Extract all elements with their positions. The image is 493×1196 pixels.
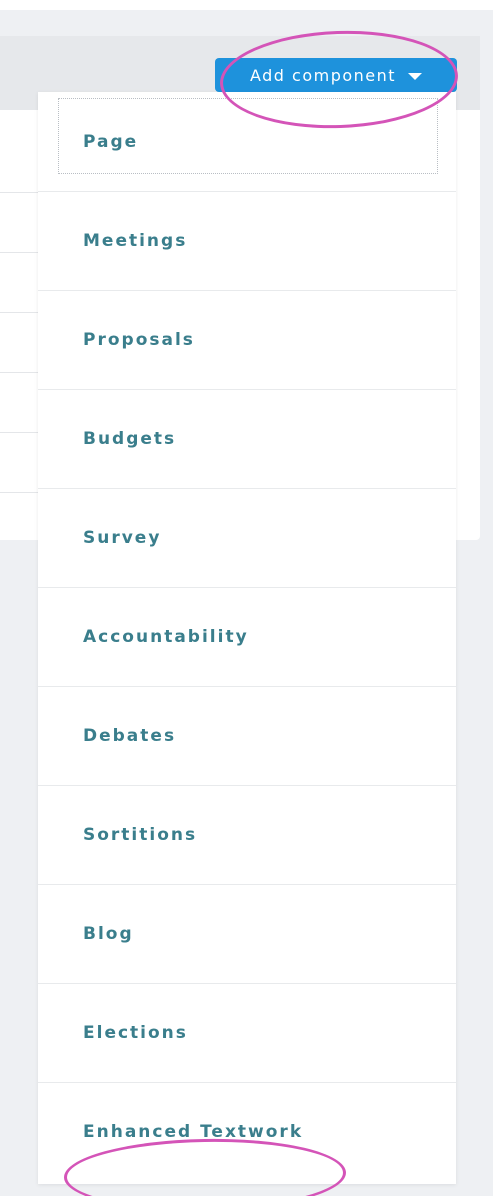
menu-item-label: Enhanced Textwork	[83, 1122, 304, 1142]
menu-item-label: Sortitions	[83, 825, 198, 845]
admin-page: Add component Page Meetings Proposals Bu…	[0, 0, 493, 1196]
add-component-dropdown-menu: Page Meetings Proposals Budgets Survey A…	[38, 92, 456, 1184]
caret-down-icon	[408, 72, 423, 80]
row-divider	[0, 312, 40, 313]
menu-item-label: Blog	[83, 924, 134, 944]
row-divider	[0, 192, 40, 193]
menu-item-label: Elections	[83, 1023, 188, 1043]
menu-item-survey[interactable]: Survey	[38, 488, 456, 587]
menu-item-label: Budgets	[83, 429, 177, 449]
menu-item-label: Survey	[83, 528, 162, 548]
menu-item-page[interactable]: Page	[38, 92, 456, 191]
row-divider	[0, 372, 40, 373]
menu-item-label: Accountability	[83, 627, 249, 647]
focus-outline	[58, 98, 438, 174]
menu-item-label: Proposals	[83, 330, 195, 350]
menu-item-accountability[interactable]: Accountability	[38, 587, 456, 686]
add-component-label: Add component	[249, 65, 397, 85]
menu-item-sortitions[interactable]: Sortitions	[38, 785, 456, 884]
top-strip	[0, 0, 493, 10]
row-divider	[0, 492, 40, 493]
menu-item-blog[interactable]: Blog	[38, 884, 456, 983]
menu-item-label: Debates	[83, 726, 177, 746]
menu-item-debates[interactable]: Debates	[38, 686, 456, 785]
row-divider	[0, 252, 40, 253]
row-divider	[0, 432, 40, 433]
menu-item-enhanced-textwork[interactable]: Enhanced Textwork	[38, 1082, 456, 1181]
add-component-button[interactable]: Add component	[215, 58, 457, 92]
menu-item-label: Meetings	[83, 231, 188, 251]
menu-item-proposals[interactable]: Proposals	[38, 290, 456, 389]
menu-item-meetings[interactable]: Meetings	[38, 191, 456, 290]
menu-item-budgets[interactable]: Budgets	[38, 389, 456, 488]
menu-item-elections[interactable]: Elections	[38, 983, 456, 1082]
